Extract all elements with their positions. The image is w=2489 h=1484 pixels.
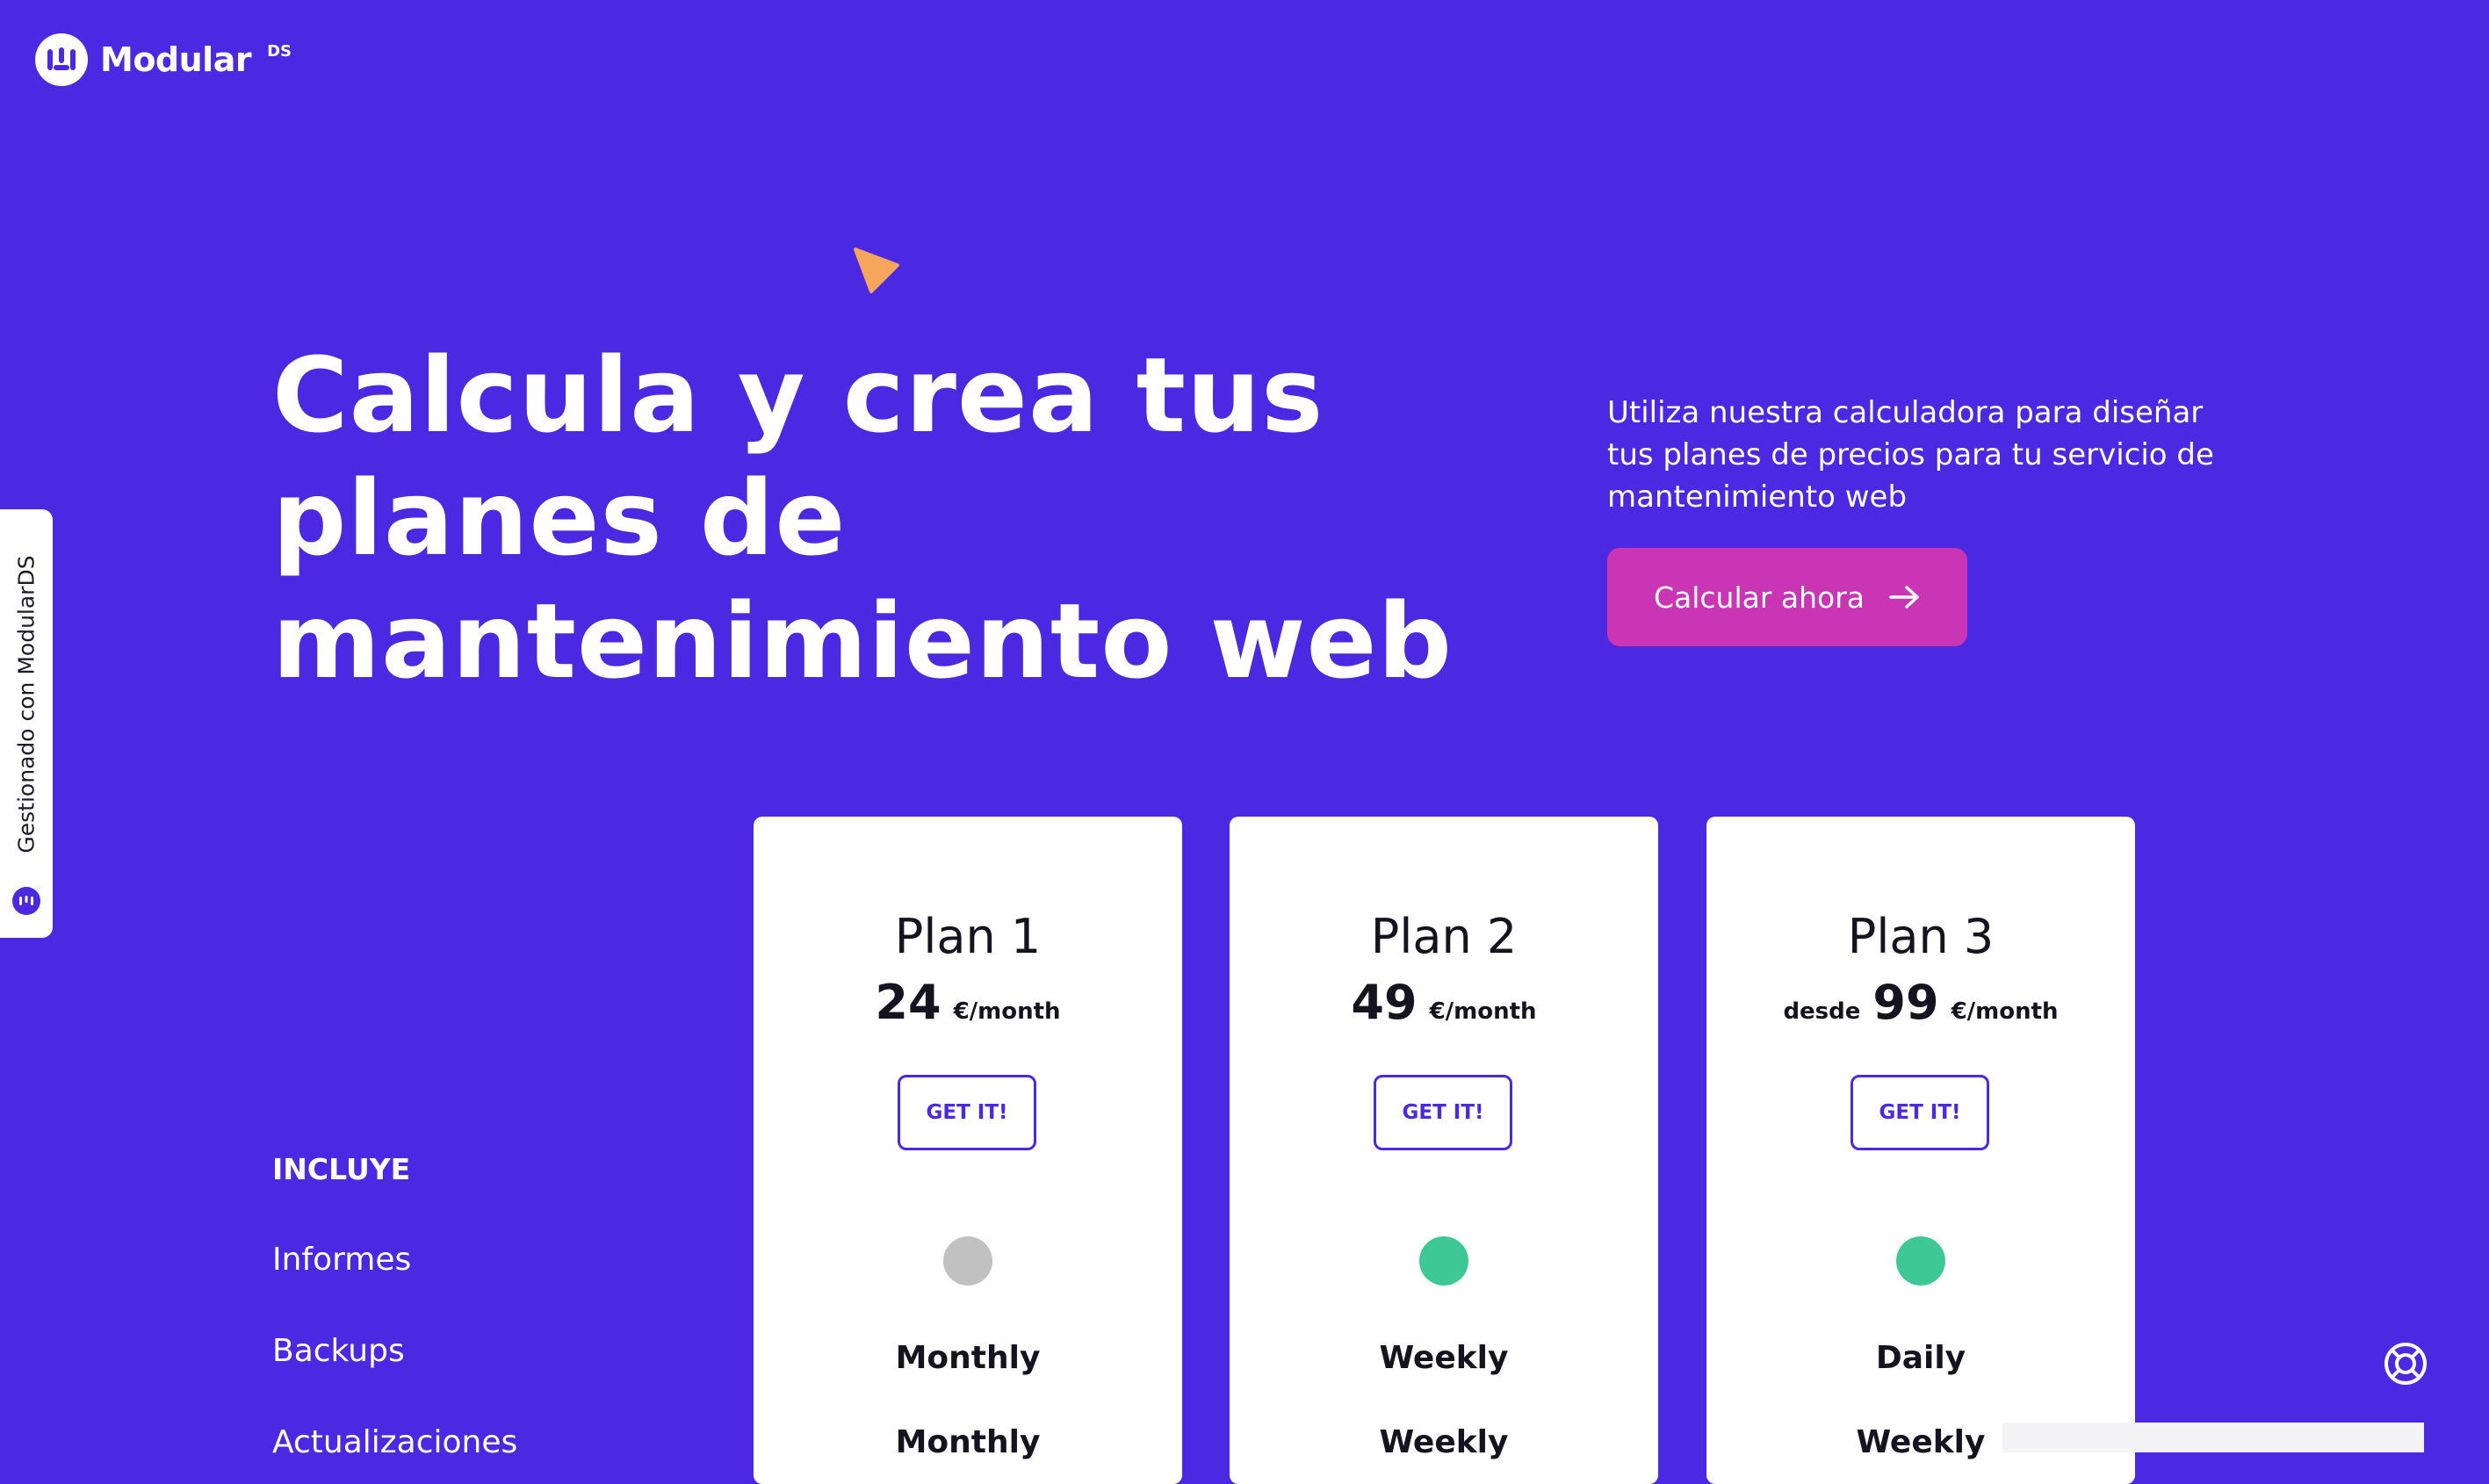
plan-card-2: Plan 2 49 €/month GET IT! Weekly Weekly: [1230, 817, 1658, 1484]
plan-card-3: Plan 3 desde 99 €/month GET IT! Daily We…: [1706, 817, 2135, 1484]
hero-title-line: mantenimiento web: [272, 580, 1453, 702]
plan-price: 24: [875, 975, 941, 1030]
includes-heading: INCLUYE: [272, 1152, 411, 1186]
get-it-button[interactable]: GET IT!: [898, 1075, 1036, 1150]
hero-description-line: Utiliza nuestra calculadora para diseñar: [1607, 395, 2204, 430]
hero-title: Calcula y crea tus planes de mantenimien…: [272, 334, 1484, 702]
plan-name: Plan 1: [894, 909, 1042, 964]
plan-informes-frequency: Daily: [1875, 1340, 1966, 1376]
plan-name: Plan 3: [1847, 909, 1995, 964]
get-it-button[interactable]: GET IT!: [1374, 1075, 1512, 1150]
lifebuoy-icon[interactable]: [2382, 1340, 2429, 1387]
hero-description: Utiliza nuestra calculadora para diseñar…: [1607, 392, 2222, 518]
feature-actualizaciones: Actualizaciones: [272, 1424, 518, 1460]
hero-description-line: mantenimiento web: [1607, 479, 1908, 515]
plan-price-row: 49 €/month: [1230, 975, 1658, 1030]
managed-by-tab[interactable]: Gestionado con ModularDS: [0, 509, 53, 938]
arrow-right-icon: [1889, 586, 1919, 609]
plan-price-unit: €/month: [953, 998, 1061, 1025]
brand-name: Modular: [100, 40, 252, 79]
plan-price-unit: €/month: [1951, 998, 2059, 1025]
get-it-button[interactable]: GET IT!: [1851, 1075, 1989, 1150]
plan-backups-frequency: Weekly: [1379, 1424, 1509, 1460]
brand-logo[interactable]: Modular DS: [35, 33, 292, 86]
triangle-decoration-icon: [854, 248, 899, 293]
hero-description-line: tus planes de precios para tu servicio d…: [1607, 437, 2214, 472]
calcular-ahora-button[interactable]: Calcular ahora: [1607, 548, 1967, 646]
cta-label: Calcular ahora: [1653, 580, 1865, 615]
plan-informes-frequency: Monthly: [895, 1340, 1041, 1376]
plan-price-row: desde 99 €/month: [1706, 975, 2135, 1030]
plan-card-1: Plan 1 24 €/month GET IT! Monthly Monthl…: [754, 817, 1182, 1484]
managed-by-label: Gestionado con ModularDS: [13, 555, 40, 854]
plan-backups-frequency: Monthly: [895, 1424, 1041, 1460]
status-dot: [1896, 1236, 1945, 1286]
bottom-bar-fragment: [2002, 1423, 2424, 1452]
feature-backups: Backups: [272, 1333, 405, 1369]
hero-title-line: planes de: [272, 457, 847, 579]
plan-price-prefix: desde: [1783, 998, 1861, 1025]
plan-price-unit: €/month: [1429, 998, 1537, 1025]
plan-price-row: 24 €/month: [754, 975, 1182, 1030]
modular-logo-icon: [35, 33, 88, 86]
plan-price: 99: [1872, 975, 1939, 1030]
plan-price: 49: [1351, 975, 1418, 1030]
plan-informes-frequency: Weekly: [1379, 1340, 1509, 1376]
feature-informes: Informes: [272, 1242, 412, 1278]
brand-suffix: DS: [267, 41, 292, 61]
status-dot: [1419, 1236, 1468, 1286]
status-dot: [943, 1236, 992, 1286]
plan-name: Plan 2: [1370, 909, 1518, 964]
hero-title-line: Calcula y crea tus: [272, 335, 1324, 456]
modular-mini-logo-icon: [12, 887, 40, 915]
